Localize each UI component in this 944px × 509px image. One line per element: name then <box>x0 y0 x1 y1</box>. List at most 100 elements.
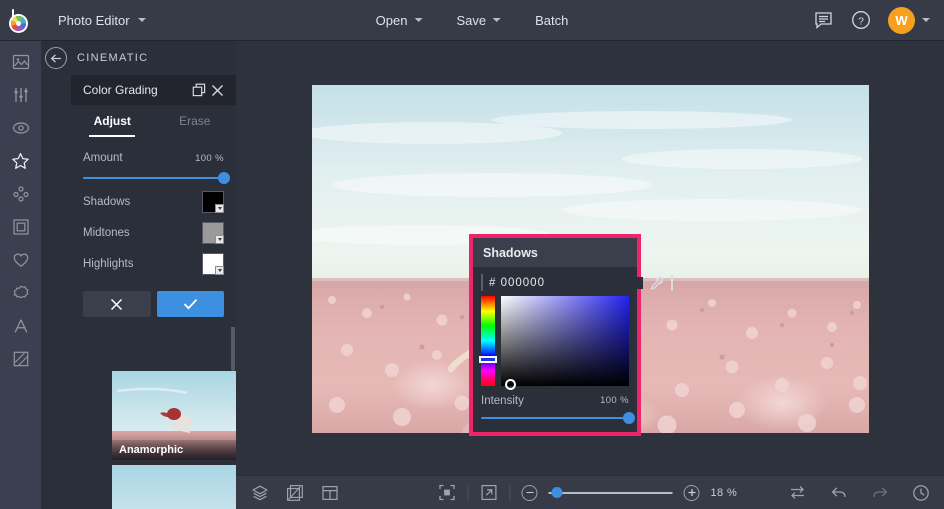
chevron-down-icon <box>137 18 146 22</box>
open-label: Open <box>375 12 408 28</box>
sv-cursor[interactable] <box>504 378 516 390</box>
tool-rail <box>0 41 41 509</box>
sidebar-item-text[interactable] <box>0 315 41 337</box>
avatar[interactable]: W <box>888 6 915 34</box>
amount-slider[interactable] <box>83 170 230 186</box>
app-logo[interactable] <box>0 0 41 41</box>
color-wheel-icon[interactable] <box>671 274 673 291</box>
color-picker-header: Shadows <box>473 238 637 267</box>
color-grading-body: Amount 100 % Shadows Midtones Highlights <box>71 137 236 327</box>
help-icon[interactable]: ? <box>850 9 872 31</box>
chevron-down-icon <box>215 234 224 244</box>
batch-label: Batch <box>535 12 569 28</box>
sidebar-item-image[interactable] <box>0 51 41 73</box>
bottom-left-tools <box>236 483 339 502</box>
panel-header: CINEMATIC <box>41 41 236 75</box>
zoom-controls: 18 % <box>438 483 743 502</box>
history-controls <box>788 483 930 502</box>
color-grading-card: Color Grading Adjust Erase Amount 100 % <box>71 75 236 327</box>
shadows-row: Shadows <box>83 186 224 217</box>
sidebar-item-effects[interactable] <box>0 150 41 172</box>
sidebar-item-graphics[interactable] <box>0 249 41 271</box>
intensity-value: 100 % <box>600 395 629 406</box>
canvas-area: Shadows # 000000 Intensity 100 % <box>236 41 944 475</box>
panels-icon[interactable] <box>320 483 339 502</box>
layers-icon[interactable] <box>250 483 269 502</box>
intensity-row: Intensity 100 % <box>481 392 629 409</box>
gradient-area <box>473 296 637 390</box>
confirm-button[interactable] <box>156 291 224 317</box>
saturation-value-field[interactable] <box>501 296 629 390</box>
current-color-swatch[interactable] <box>481 274 483 291</box>
tab-erase[interactable]: Erase <box>154 105 237 137</box>
save-button[interactable]: Save <box>446 7 511 34</box>
color-grading-actions <box>83 291 224 327</box>
amount-value: 100 % <box>195 152 224 164</box>
tab-adjust[interactable]: Adjust <box>71 105 154 137</box>
open-button[interactable]: Open <box>366 7 433 34</box>
chevron-down-icon <box>215 203 224 213</box>
hex-row <box>473 267 673 296</box>
compare-icon[interactable] <box>285 483 304 502</box>
chevron-down-icon[interactable] <box>922 18 930 22</box>
midtones-color-swatch[interactable] <box>202 221 224 244</box>
midtones-label: Midtones <box>83 226 130 239</box>
color-picker-title: Shadows <box>483 245 538 260</box>
divider <box>467 484 469 501</box>
page-title: CINEMATIC <box>77 52 149 64</box>
hex-input[interactable] <box>489 276 643 289</box>
intensity-label: Intensity <box>481 394 524 407</box>
fullscreen-icon[interactable] <box>480 483 499 502</box>
fit-screen-icon[interactable] <box>438 483 457 502</box>
zoom-slider[interactable] <box>548 486 673 500</box>
shadows-label: Shadows <box>83 195 131 208</box>
batch-button[interactable]: Batch <box>525 7 578 34</box>
color-grading-header: Color Grading <box>71 75 236 105</box>
intensity-slider[interactable] <box>481 410 635 426</box>
sidebar-item-overlays[interactable] <box>0 282 41 304</box>
divider <box>509 484 511 501</box>
highlights-color-swatch[interactable] <box>202 252 224 275</box>
history-icon[interactable] <box>911 483 930 502</box>
back-arrow-icon[interactable] <box>45 47 67 69</box>
hue-slider[interactable] <box>479 296 497 386</box>
duplicate-icon[interactable] <box>190 81 208 99</box>
save-label: Save <box>456 12 487 28</box>
midtones-row: Midtones <box>83 217 224 248</box>
highlights-label: Highlights <box>83 257 134 270</box>
zoom-level-value: 18 % <box>710 486 738 499</box>
chevron-down-icon <box>215 265 224 275</box>
amount-label: Amount <box>83 152 123 164</box>
hue-selector[interactable] <box>479 356 497 363</box>
shadows-color-swatch[interactable] <box>202 190 224 213</box>
cancel-button[interactable] <box>83 291 151 317</box>
close-icon[interactable] <box>208 81 226 99</box>
reset-icon[interactable] <box>788 483 807 502</box>
redo-icon[interactable] <box>870 483 889 502</box>
chat-icon[interactable] <box>812 9 834 31</box>
bottom-toolbar: 18 % <box>236 475 944 509</box>
eyedropper-icon[interactable] <box>649 275 665 291</box>
highlights-row: Highlights <box>83 248 224 279</box>
sidebar-item-edit[interactable] <box>0 84 41 106</box>
zoom-out-icon[interactable] <box>521 484 538 501</box>
chevron-down-icon <box>414 18 423 22</box>
color-grading-title: Color Grading <box>83 83 158 97</box>
photo-editor-app: Photo Editor Open Save Batch ? W CINEMAT… <box>0 0 944 509</box>
sidebar-item-artsy[interactable] <box>0 183 41 205</box>
effects-panel: CINEMATIC Color Grading Adjust Erase Amo <box>41 41 270 509</box>
sidebar-item-textures[interactable] <box>0 348 41 370</box>
top-toolbar: Photo Editor Open Save Batch ? W <box>0 0 944 41</box>
app-menu-label: Photo Editor <box>58 12 130 28</box>
zoom-in-icon[interactable] <box>683 484 700 501</box>
amount-row: Amount 100 % <box>83 147 224 169</box>
account-actions: ? W <box>812 6 930 34</box>
app-switcher-menu[interactable]: Photo Editor <box>47 6 157 35</box>
chevron-down-icon <box>493 18 502 22</box>
undo-icon[interactable] <box>829 483 848 502</box>
file-actions: Open Save Batch <box>366 7 579 34</box>
sidebar-item-frames[interactable] <box>0 216 41 238</box>
color-picker-popup: Shadows # 000000 Intensity 100 % <box>469 234 673 436</box>
intensity-section: Intensity 100 % <box>473 386 637 426</box>
sidebar-item-touchup[interactable] <box>0 117 41 139</box>
